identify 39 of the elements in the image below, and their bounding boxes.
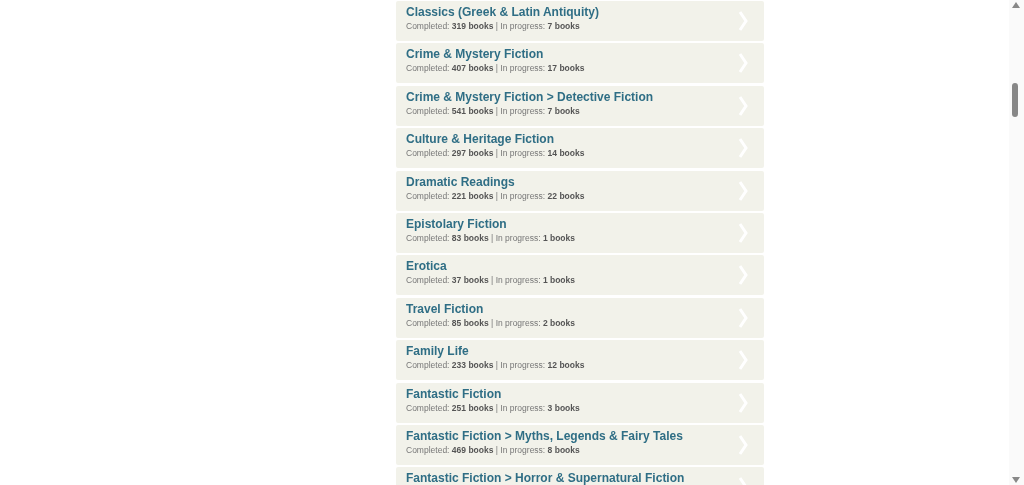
category-card[interactable]: Fantastic Fiction > Horror & Supernatural Fiction [396,467,764,485]
category-card[interactable]: Fantastic Fiction > Myths, Legends & Fairy Tales Completed: 469 books | In progress: 8 books [396,424,764,465]
category-stats: Completed: 221 books | In progress: 22 books [406,190,585,201]
category-stats: Completed: 469 books | In progress: 8 books [406,444,581,455]
category-title: Family Life [406,344,470,359]
category-card[interactable]: Classics (Greek & Latin Antiquity) Completed: 319 books | In progress: 7 books [396,1,764,41]
category-card[interactable]: Travel Fiction Completed: 85 books | In progress: 2 books [396,297,764,338]
category-stats: Completed: 251 books | In progress: 3 books [406,402,580,413]
category-title: Fantastic Fiction > Horror & Supernatural Fiction [406,471,685,485]
category-title: Dramatic Readings [406,174,516,189]
scroll-up-icon[interactable] [1012,2,1020,8]
category-stats: Completed: 297 books | In progress: 14 books [406,148,585,159]
category-card[interactable]: Crime & Mystery Fiction > Detective Fiction Completed: 541 books | In progress: 7 books [396,85,764,126]
category-card[interactable]: Family Life Completed: 233 books | In progress: 12 books [396,340,764,381]
category-title: Travel Fiction [406,301,485,316]
category-title: Crime & Mystery Fiction [406,47,545,62]
category-card[interactable]: Dramatic Readings Completed: 221 books | In progress: 22 books [396,170,764,211]
category-card[interactable]: Erotica Completed: 37 books | In progress: 1 books [396,255,764,296]
category-stats: Completed: 541 books | In progress: 7 books [406,105,581,116]
category-card[interactable]: Crime & Mystery Fiction Completed: 407 books | In progress: 17 books [396,43,764,84]
category-title: Fantastic Fiction [406,386,503,401]
scroll-down-icon[interactable] [1012,477,1020,483]
category-title: Fantastic Fiction > Myths, Legends & Fairy Tales [406,428,683,443]
category-stats: Completed: 319 books | In progress: 7 books [406,21,581,31]
category-stats: Completed: 37 books | In progress: 1 books [406,275,575,286]
category-title: Culture & Heritage Fiction [406,132,555,147]
category-title: Epistolary Fiction [406,216,508,231]
category-card[interactable]: Fantastic Fiction Completed: 251 books | In progress: 3 books [396,382,764,423]
scrollbar-thumb[interactable] [1012,83,1018,117]
category-stats: Completed: 407 books | In progress: 17 books [406,63,585,74]
category-stats: Completed: 233 books | In progress: 12 books [406,360,585,371]
category-card[interactable]: Epistolary Fiction Completed: 83 books | In progress: 1 books [396,212,764,253]
category-stats: Completed: 83 books | In progress: 1 books [406,232,575,243]
category-stats: Completed: 85 books | In progress: 2 books [406,317,575,328]
category-title: Classics (Greek & Latin Antiquity) [406,5,599,19]
category-card[interactable]: Culture & Heritage Fiction Completed: 297 books | In progress: 14 books [396,128,764,169]
category-title: Erotica [406,259,448,274]
category-title: Crime & Mystery Fiction > Detective Fiction [406,89,654,104]
scrollbar[interactable] [1009,0,1024,485]
